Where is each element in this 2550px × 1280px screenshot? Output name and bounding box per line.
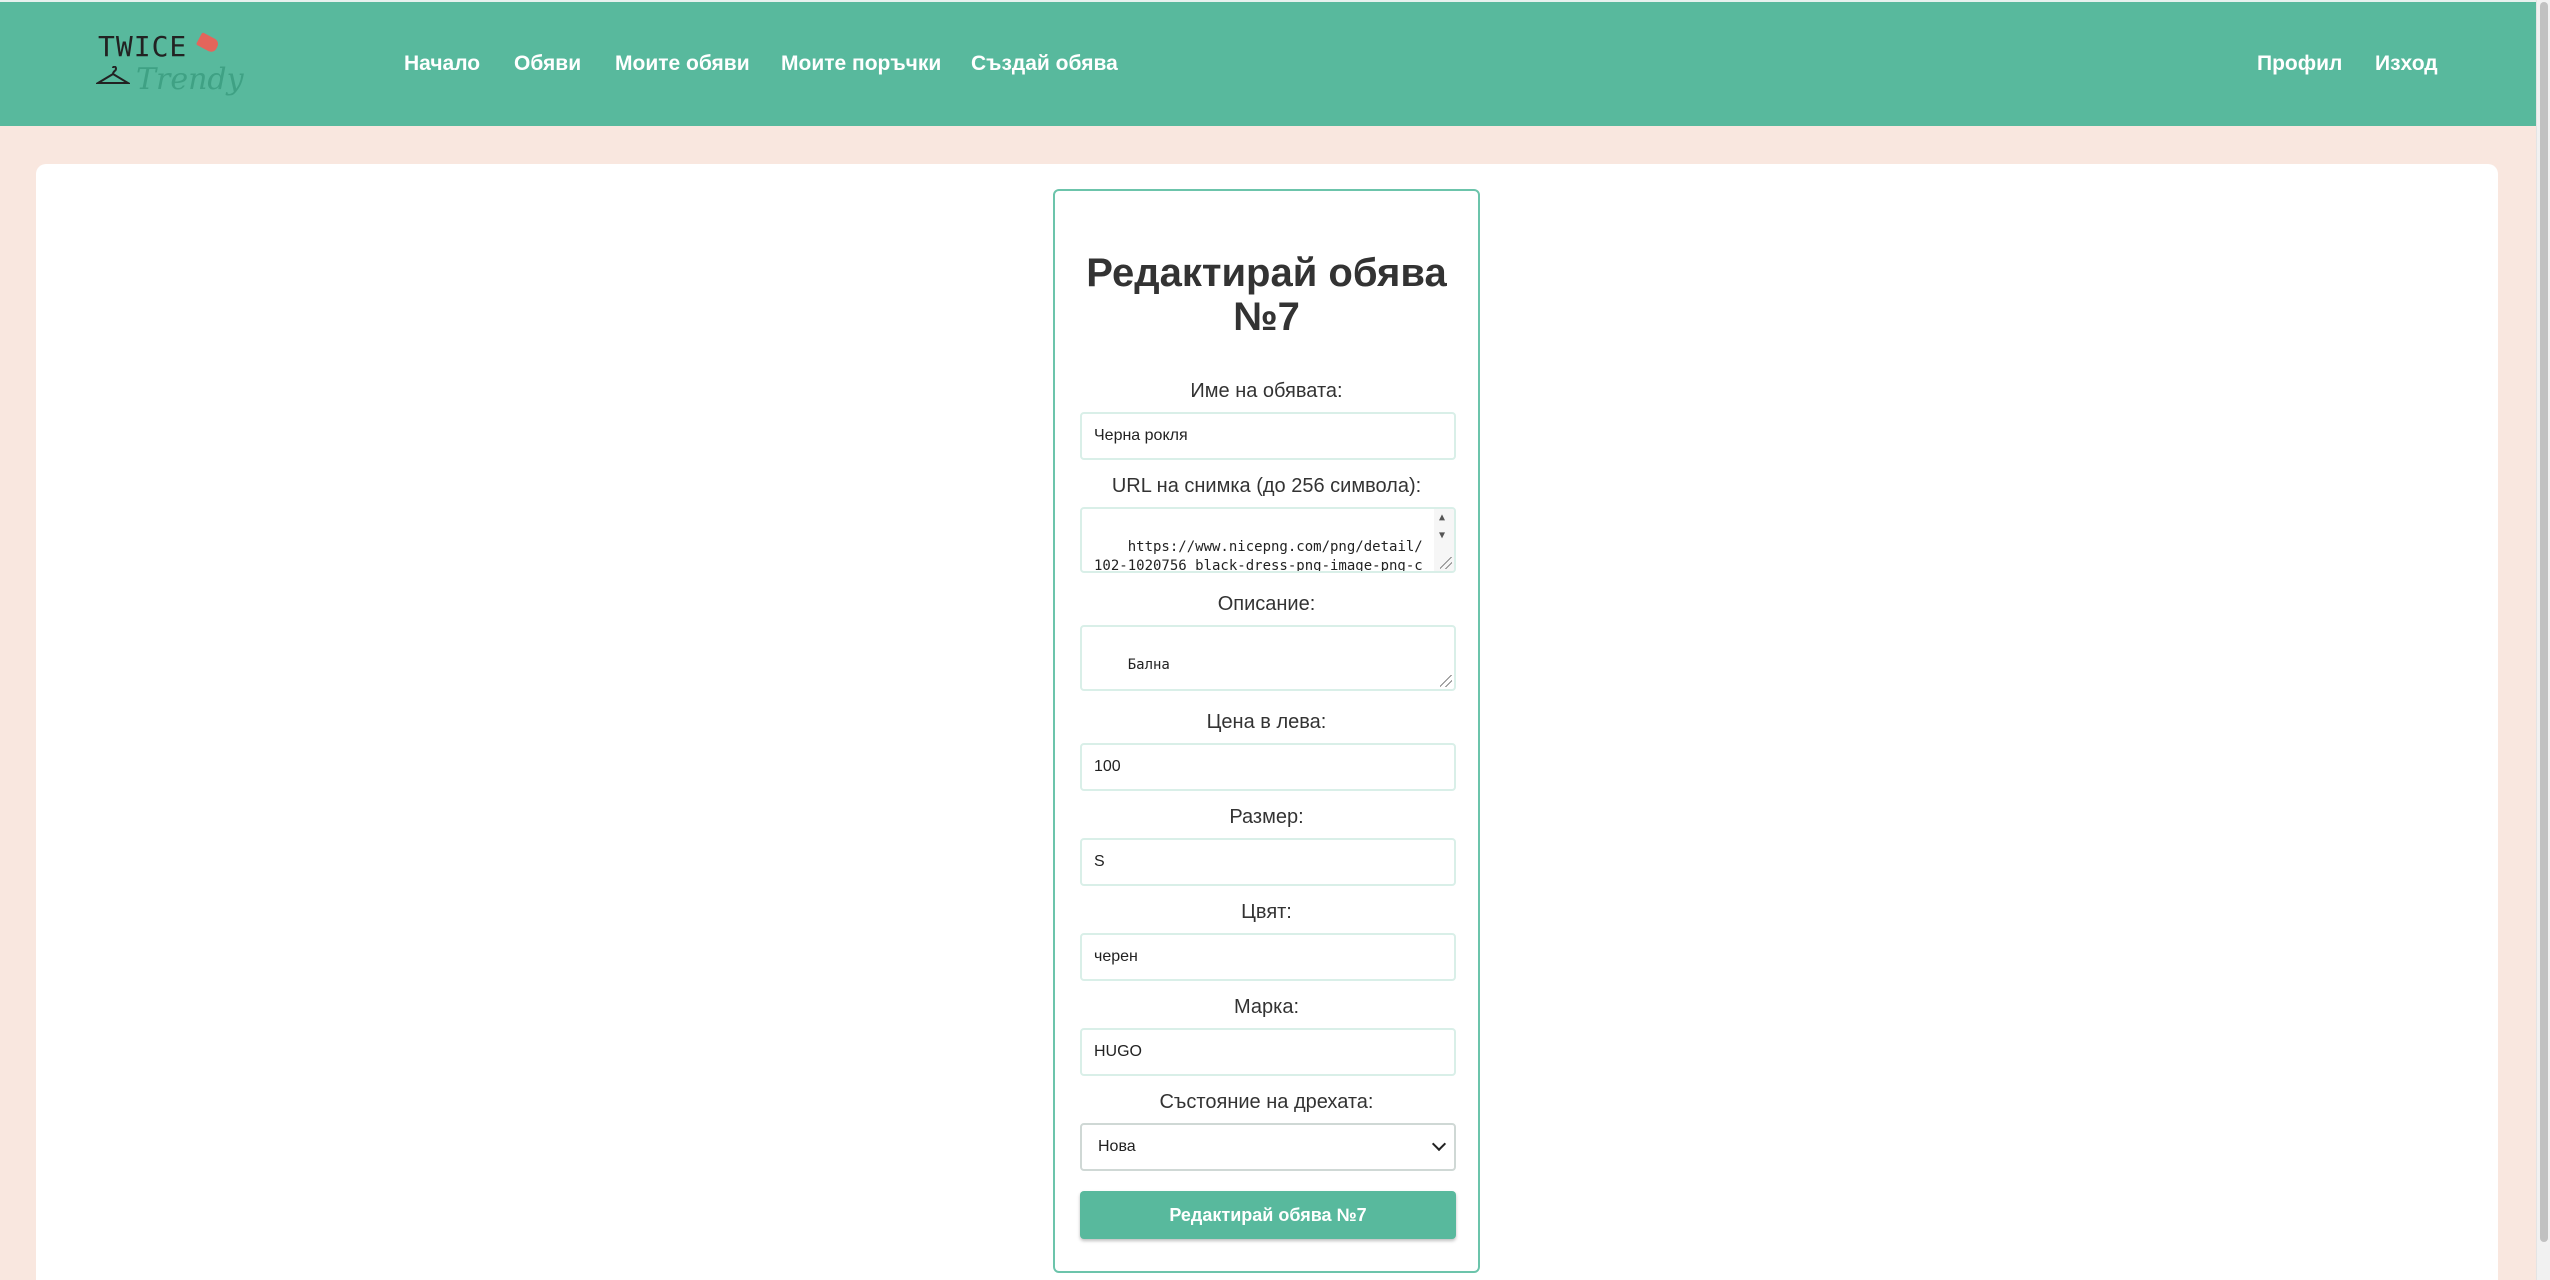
condition-select[interactable]: Нова: [1080, 1123, 1456, 1171]
size-label: Размер:: [1229, 806, 1304, 828]
nav-create-listing[interactable]: Създай обява: [971, 52, 1118, 76]
logo-top-text: TWICE: [98, 30, 188, 63]
price-tag-icon: [195, 32, 221, 54]
price-input[interactable]: 100: [1080, 743, 1456, 791]
condition-label: Състояние на дрехата:: [1159, 1091, 1374, 1113]
description-textarea[interactable]: Бална: [1080, 625, 1456, 691]
nav-my-orders[interactable]: Моите поръчки: [781, 52, 941, 76]
description-label: Описание:: [1217, 593, 1316, 615]
nav-home[interactable]: Начало: [404, 52, 480, 76]
scroll-up-icon[interactable]: ▲: [1439, 513, 1445, 523]
hanger-icon: [96, 66, 130, 84]
nav-logout[interactable]: Изход: [2375, 52, 2438, 76]
image-url-textarea[interactable]: https://www.nicepng.com/png/detail/102-1…: [1080, 507, 1456, 573]
nav-my-listings[interactable]: Моите обяви: [615, 52, 750, 76]
brand-label: Марка:: [1234, 996, 1299, 1018]
chevron-down-icon: [1431, 1136, 1447, 1152]
size-input[interactable]: S: [1080, 838, 1456, 886]
name-label: Име на обявата:: [1190, 380, 1343, 402]
resize-grip-icon[interactable]: [1440, 675, 1452, 687]
page-scrollbar[interactable]: [2536, 0, 2550, 1280]
color-input[interactable]: черен: [1080, 933, 1456, 981]
scrollbar-thumb[interactable]: [2540, 2, 2548, 1242]
form-title: Редактирай обява №7: [1086, 251, 1447, 339]
submit-edit-button[interactable]: Редактирай обява №7: [1080, 1191, 1456, 1239]
image-url-label: URL на снимка (до 256 символа):: [1111, 475, 1422, 497]
condition-selected-value: Нова: [1098, 1138, 1136, 1155]
twice-trendy-logo[interactable]: TWICE Trendy: [94, 28, 244, 100]
nav-listings[interactable]: Обяви: [514, 52, 581, 76]
name-input[interactable]: Черна рокля: [1080, 412, 1456, 460]
image-url-value: https://www.nicepng.com/png/detail/102-1…: [1094, 539, 1423, 573]
nav-profile[interactable]: Профил: [2257, 52, 2342, 76]
description-value: Бална: [1127, 657, 1170, 673]
brand-input[interactable]: HUGO: [1080, 1028, 1456, 1076]
price-label: Цена в лева:: [1206, 711, 1327, 733]
resize-grip-icon[interactable]: [1440, 557, 1452, 569]
scroll-down-icon[interactable]: ▼: [1439, 531, 1445, 541]
color-label: Цвят:: [1241, 901, 1292, 923]
edit-listing-form: Редактирай обява №7 Име на обявата: Черн…: [1053, 189, 1480, 1273]
logo-bottom-text: Trendy: [136, 62, 244, 97]
top-navbar: TWICE Trendy Начало Обяви Моите обяви Мо…: [0, 0, 2536, 126]
